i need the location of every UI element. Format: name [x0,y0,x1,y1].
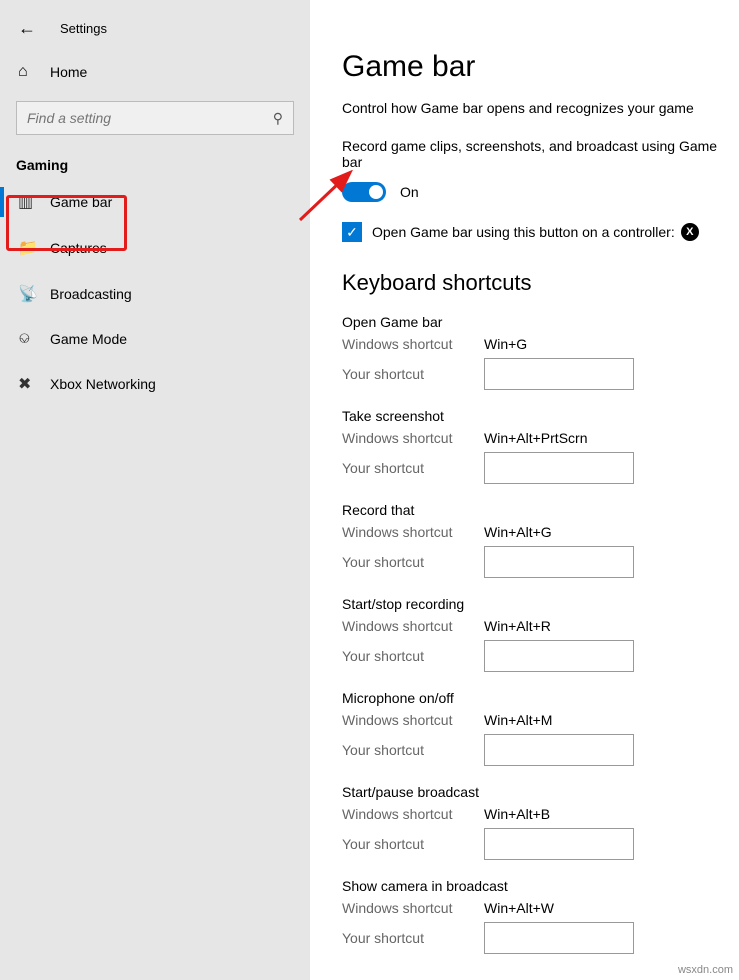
shortcut-windows-row: Windows shortcut Win+Alt+M [342,712,739,728]
sidebar-item-label: Broadcasting [50,286,132,302]
page-description: Control how Game bar opens and recognize… [342,100,739,116]
back-icon[interactable]: ← [18,18,36,39]
shortcut-block: Start/stop recording Windows shortcut Wi… [342,596,739,672]
shortcut-title: Microphone on/off [342,690,739,706]
shortcut-your-row: Your shortcut [342,828,739,860]
shortcut-windows-row: Windows shortcut Win+Alt+W [342,900,739,916]
sidebar: ← Settings ⌂ Home ⚲ Gaming ▥ Game bar 📁 … [0,0,310,980]
record-label: Record game clips, screenshots, and broa… [342,138,739,170]
controller-checkbox[interactable]: ✓ [342,222,362,242]
gamebar-toggle[interactable] [342,182,386,202]
shortcut-windows-row: Windows shortcut Win+Alt+G [342,524,739,540]
shortcut-input[interactable] [484,546,634,578]
shortcut-your-label: Your shortcut [342,648,484,664]
shortcut-block: Start/pause broadcast Windows shortcut W… [342,784,739,860]
search-box[interactable]: ⚲ [16,101,294,135]
sidebar-item-label: Captures [50,240,107,256]
shortcut-windows-value: Win+Alt+G [484,524,552,540]
shortcut-windows-label: Windows shortcut [342,524,484,540]
shortcut-block: Record that Windows shortcut Win+Alt+G Y… [342,502,739,578]
checkbox-row: ✓ Open Game bar using this button on a c… [342,222,739,242]
sidebar-item-label: Xbox Networking [50,376,156,392]
home-icon: ⌂ [18,63,40,81]
nav-home-label: Home [50,64,87,80]
shortcuts-heading: Keyboard shortcuts [342,270,739,296]
shortcut-windows-label: Windows shortcut [342,712,484,728]
nav-home[interactable]: ⌂ Home [0,53,310,91]
captures-icon: 📁 [18,238,40,258]
toggle-state: On [400,184,419,200]
shortcut-title: Record that [342,502,739,518]
shortcut-windows-row: Windows shortcut Win+G [342,336,739,352]
shortcut-input[interactable] [484,640,634,672]
shortcut-title: Open Game bar [342,314,739,330]
shortcut-your-row: Your shortcut [342,640,739,672]
shortcut-windows-label: Windows shortcut [342,430,484,446]
shortcut-your-label: Your shortcut [342,460,484,476]
shortcut-title: Show camera in broadcast [342,878,739,894]
shortcut-input[interactable] [484,452,634,484]
shortcut-windows-label: Windows shortcut [342,900,484,916]
search-input[interactable] [27,110,245,126]
gamebar-icon: ▥ [18,192,40,212]
sidebar-item-label: Game Mode [50,331,127,347]
shortcut-block: Take screenshot Windows shortcut Win+Alt… [342,408,739,484]
sidebar-item-xbox-networking[interactable]: ✖ Xbox Networking [0,361,310,407]
shortcut-windows-value: Win+Alt+M [484,712,552,728]
shortcut-input[interactable] [484,922,634,954]
search-icon: ⚲ [273,110,283,127]
header-row: ← Settings [0,12,310,53]
shortcut-windows-row: Windows shortcut Win+Alt+PrtScrn [342,430,739,446]
shortcut-title: Take screenshot [342,408,739,424]
checkbox-label: Open Game bar using this button on a con… [372,224,675,240]
shortcut-windows-value: Win+Alt+PrtScrn [484,430,587,446]
shortcut-your-label: Your shortcut [342,836,484,852]
shortcut-title: Start/stop recording [342,596,739,612]
shortcut-input[interactable] [484,734,634,766]
shortcut-windows-value: Win+Alt+B [484,806,550,822]
shortcut-block: Open Game bar Windows shortcut Win+G You… [342,314,739,390]
shortcut-your-label: Your shortcut [342,930,484,946]
toggle-row: On [342,182,739,202]
shortcut-your-row: Your shortcut [342,452,739,484]
section-label: Gaming [0,153,310,179]
gamemode-icon: ⎉ [18,330,40,348]
sidebar-item-game-mode[interactable]: ⎉ Game Mode [0,317,310,361]
app-title: Settings [60,21,107,36]
shortcut-block: Show camera in broadcast Windows shortcu… [342,878,739,954]
shortcut-windows-row: Windows shortcut Win+Alt+B [342,806,739,822]
shortcut-your-row: Your shortcut [342,546,739,578]
page-title: Game bar [342,50,739,84]
shortcut-input[interactable] [484,358,634,390]
xbox-button-icon: X [681,223,699,241]
shortcut-your-row: Your shortcut [342,734,739,766]
shortcut-your-row: Your shortcut [342,358,739,390]
shortcut-input[interactable] [484,828,634,860]
shortcut-your-label: Your shortcut [342,554,484,570]
main-content: Game bar Control how Game bar opens and … [310,0,739,980]
watermark: wsxdn.com [678,964,733,976]
shortcut-title: Start/pause broadcast [342,784,739,800]
shortcuts-list: Open Game bar Windows shortcut Win+G You… [342,314,739,954]
sidebar-item-game-bar[interactable]: ▥ Game bar [0,179,310,225]
shortcut-windows-label: Windows shortcut [342,618,484,634]
xbox-icon: ✖ [18,374,40,394]
broadcast-icon: 📡 [18,284,40,304]
shortcut-windows-value: Win+Alt+R [484,618,551,634]
shortcut-your-row: Your shortcut [342,922,739,954]
sidebar-item-label: Game bar [50,194,112,210]
shortcut-windows-label: Windows shortcut [342,806,484,822]
shortcut-windows-label: Windows shortcut [342,336,484,352]
shortcut-windows-value: Win+Alt+W [484,900,554,916]
shortcut-your-label: Your shortcut [342,366,484,382]
shortcut-block: Microphone on/off Windows shortcut Win+A… [342,690,739,766]
shortcut-windows-value: Win+G [484,336,527,352]
sidebar-item-captures[interactable]: 📁 Captures [0,225,310,271]
shortcut-windows-row: Windows shortcut Win+Alt+R [342,618,739,634]
shortcut-your-label: Your shortcut [342,742,484,758]
sidebar-item-broadcasting[interactable]: 📡 Broadcasting [0,271,310,317]
